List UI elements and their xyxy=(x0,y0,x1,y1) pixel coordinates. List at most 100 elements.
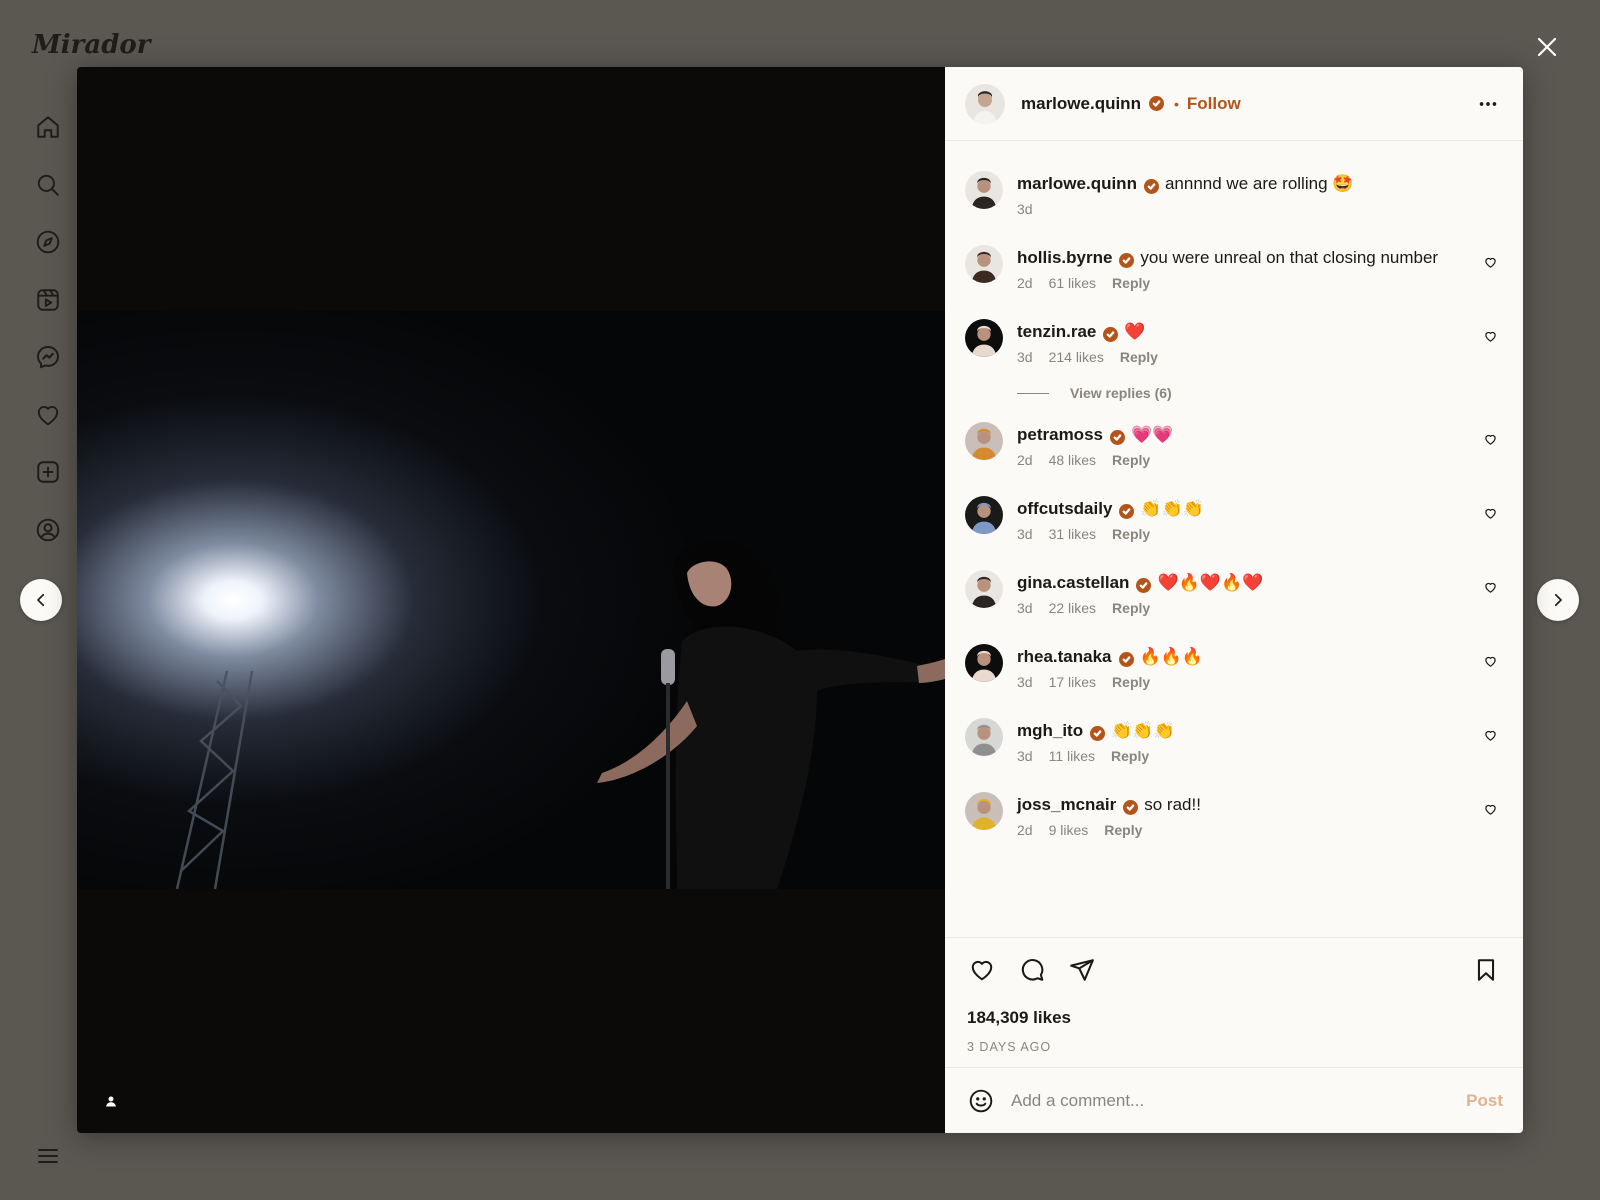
commenter-avatar[interactable] xyxy=(965,644,1003,682)
verified-badge-icon xyxy=(1118,652,1134,667)
reply-button[interactable]: Reply xyxy=(1112,600,1150,616)
commenter-avatar[interactable] xyxy=(965,496,1003,534)
comment-username[interactable]: petramoss xyxy=(1017,425,1103,444)
comment-text: annnnd we are rolling 🤩 xyxy=(1164,174,1354,193)
comment-body: tenzin.rae ❤️ 3d 214 likes Reply xyxy=(1017,321,1503,365)
post-media[interactable] xyxy=(77,67,945,1133)
comment-username[interactable]: hollis.byrne xyxy=(1017,248,1112,267)
comment-meta: 3d 31 likes Reply xyxy=(1017,526,1503,542)
sidebar-item-home[interactable] xyxy=(28,107,68,147)
sidebar-item-reels[interactable] xyxy=(28,280,68,320)
sidebar-item-create[interactable] xyxy=(28,452,68,492)
commenter-avatar[interactable] xyxy=(965,171,1003,209)
singer-spotlight-image xyxy=(77,311,945,889)
comment-username[interactable]: marlowe.quinn xyxy=(1017,174,1137,193)
comment-like-button[interactable] xyxy=(1481,726,1499,744)
post-photo[interactable] xyxy=(77,311,945,889)
comment-text: ❤️🔥❤️🔥❤️ xyxy=(1157,573,1264,592)
comment-likes[interactable]: 11 likes xyxy=(1049,748,1095,764)
commenter-avatar[interactable] xyxy=(965,245,1003,283)
more-horizontal-icon xyxy=(1479,101,1497,106)
comment-like-button[interactable] xyxy=(1481,430,1499,448)
sidebar-item-explore[interactable] xyxy=(28,222,68,262)
verified-badge-icon xyxy=(1148,96,1164,111)
comment-username[interactable]: rhea.tanaka xyxy=(1017,647,1112,666)
post-options-button[interactable] xyxy=(1473,89,1503,119)
emoji-picker-button[interactable] xyxy=(967,1087,995,1115)
comment-item: gina.castellan ❤️🔥❤️🔥❤️ 3d 22 likes Reply xyxy=(965,570,1503,616)
commenter-avatar[interactable] xyxy=(965,422,1003,460)
like-button[interactable] xyxy=(967,955,997,985)
sidebar-item-notifications[interactable] xyxy=(28,395,68,435)
reply-button[interactable]: Reply xyxy=(1112,526,1150,542)
reply-button[interactable]: Reply xyxy=(1112,674,1150,690)
comment-likes[interactable]: 214 likes xyxy=(1049,349,1104,365)
commenter-avatar[interactable] xyxy=(965,718,1003,756)
comment-like-button[interactable] xyxy=(1481,578,1499,596)
comment-icon xyxy=(1021,958,1044,981)
share-button[interactable] xyxy=(1067,955,1097,985)
comment-username[interactable]: gina.castellan xyxy=(1017,573,1129,592)
comment-username[interactable]: tenzin.rae xyxy=(1017,322,1096,341)
comment-likes[interactable]: 17 likes xyxy=(1049,674,1096,690)
author-avatar[interactable] xyxy=(965,83,1005,124)
view-replies-button[interactable]: View replies (6) xyxy=(1017,385,1503,401)
comment-time: 3d xyxy=(1017,674,1033,690)
more-menu-button[interactable] xyxy=(28,1136,68,1176)
author-username[interactable]: marlowe.quinn xyxy=(1021,94,1141,114)
sidebar-item-profile[interactable] xyxy=(28,510,68,550)
sidebar-item-messages[interactable] xyxy=(28,337,68,377)
sidebar-nav xyxy=(28,107,68,567)
reply-button[interactable]: Reply xyxy=(1112,452,1150,468)
reply-button[interactable]: Reply xyxy=(1111,748,1149,764)
tagged-people-button[interactable] xyxy=(101,1091,121,1111)
comment-item: marlowe.quinn annnnd we are rolling 🤩 3d xyxy=(965,171,1503,217)
likes-count[interactable]: 184,309 likes xyxy=(967,1008,1501,1028)
comment-meta: 2d 9 likes Reply xyxy=(1017,822,1503,838)
comment-button[interactable] xyxy=(1017,955,1047,985)
commenter-avatar[interactable] xyxy=(965,319,1003,357)
app-logo[interactable]: Mirador xyxy=(32,30,150,60)
comment-likes[interactable]: 31 likes xyxy=(1049,526,1096,542)
sidebar-item-search[interactable] xyxy=(28,165,68,205)
verified-badge-icon xyxy=(1090,726,1106,741)
comment-input[interactable] xyxy=(1011,1090,1467,1111)
comment-text: 🔥🔥🔥 xyxy=(1139,647,1204,666)
comment-time: 2d xyxy=(1017,452,1033,468)
follow-button[interactable]: Follow xyxy=(1187,94,1241,114)
comment-like-button[interactable] xyxy=(1481,327,1499,345)
reply-button[interactable]: Reply xyxy=(1112,275,1150,291)
previous-post-button[interactable] xyxy=(20,579,62,621)
comment-body: hollis.byrne you were unreal on that clos… xyxy=(1017,247,1503,291)
separator-dot: • xyxy=(1173,95,1179,112)
reply-button[interactable]: Reply xyxy=(1120,349,1158,365)
search-icon xyxy=(37,174,59,196)
comment-likes[interactable]: 22 likes xyxy=(1049,600,1096,616)
commenter-avatar[interactable] xyxy=(965,570,1003,608)
comment-username[interactable]: mgh_ito xyxy=(1017,721,1083,740)
reels-icon xyxy=(37,288,59,311)
heart-icon xyxy=(1484,257,1496,268)
next-post-button[interactable] xyxy=(1537,579,1579,621)
comment-username[interactable]: offcutsdaily xyxy=(1017,499,1112,518)
reply-button[interactable]: Reply xyxy=(1104,822,1142,838)
post-comment-button[interactable]: Post xyxy=(1466,1091,1503,1111)
comment-time: 3d xyxy=(1017,349,1033,365)
close-modal-button[interactable] xyxy=(1530,30,1564,64)
comment-like-button[interactable] xyxy=(1481,253,1499,271)
comment-like-button[interactable] xyxy=(1481,504,1499,522)
comment-text: 👏👏👏 xyxy=(1111,721,1175,740)
commenter-avatar[interactable] xyxy=(965,792,1003,830)
comment-composer: Post xyxy=(945,1067,1523,1133)
comment-like-button[interactable] xyxy=(1481,652,1499,670)
verified-badge-icon xyxy=(1123,800,1139,815)
comment-likes[interactable]: 61 likes xyxy=(1049,275,1096,291)
save-button[interactable] xyxy=(1471,955,1501,985)
comment-like-button[interactable] xyxy=(1481,800,1499,818)
comment-username[interactable]: joss_mcnair xyxy=(1017,795,1116,814)
comment-likes[interactable]: 9 likes xyxy=(1049,822,1089,838)
comment-likes[interactable]: 48 likes xyxy=(1049,452,1096,468)
comment-text: you were unreal on that closing number xyxy=(1140,248,1439,267)
heart-icon xyxy=(1484,656,1496,667)
comment-body: gina.castellan ❤️🔥❤️🔥❤️ 3d 22 likes Reply xyxy=(1017,572,1503,616)
